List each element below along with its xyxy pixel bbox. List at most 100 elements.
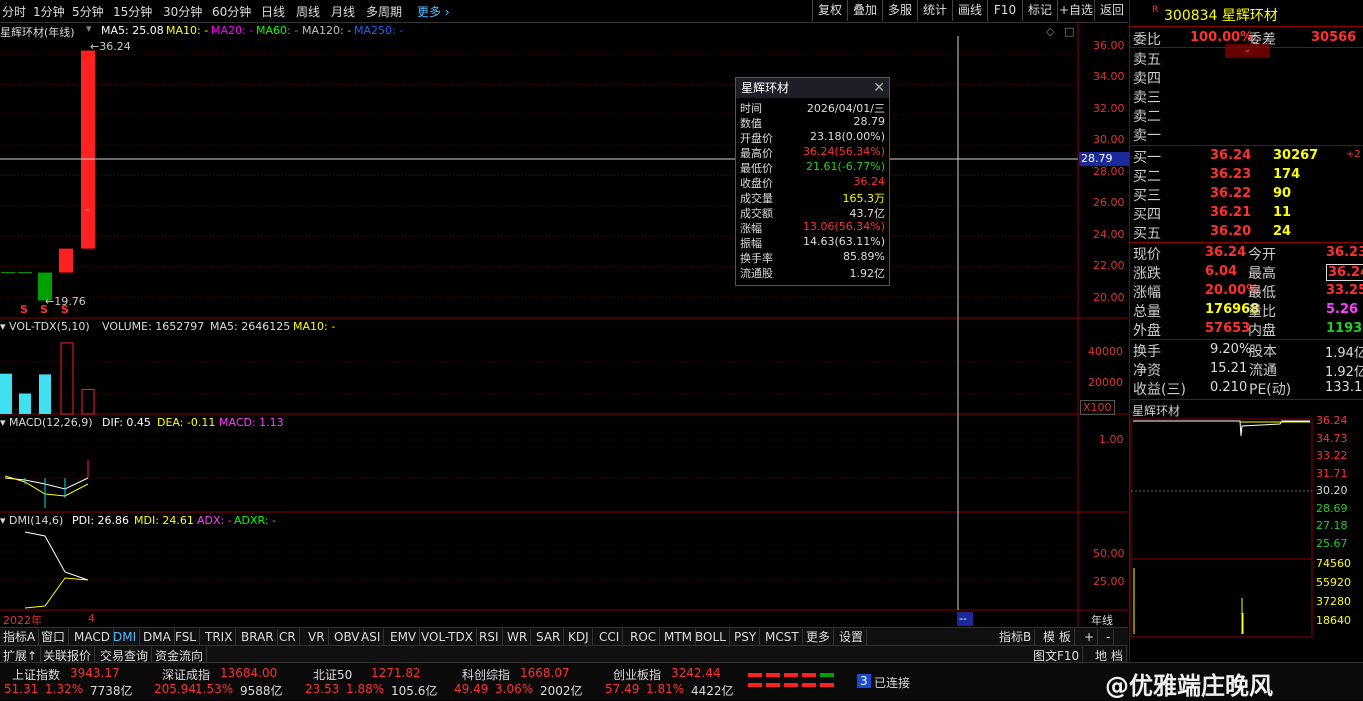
fin-value: 133.1 (1325, 380, 1363, 395)
square-icon[interactable]: □ (1064, 25, 1074, 38)
candle[interactable] (81, 50, 95, 249)
indicator-tab[interactable]: 窗口 (38, 629, 70, 645)
mini-volume-tick: 37280 (1316, 595, 1351, 608)
buy-level-label: 买一 (1133, 150, 1161, 166)
fin-label: 净资 (1133, 363, 1161, 379)
indicator-tab[interactable]: 更多 (803, 629, 835, 645)
indicator-tab[interactable]: KDJ (565, 629, 593, 645)
indicator-tab[interactable]: PSY (731, 629, 761, 645)
period-1min[interactable]: 1分钟 (33, 3, 65, 20)
price-axis-tick: 30.00 (1093, 133, 1125, 146)
period-30min[interactable]: 30分钟 (163, 3, 202, 20)
indicator-tab-right[interactable]: 指标B (996, 629, 1036, 645)
volume-bar[interactable] (0, 373, 12, 414)
ma10-value: MA10: - (166, 24, 209, 37)
tool-huaxian[interactable]: 画线 (952, 0, 987, 21)
tool-diejia[interactable]: 叠加 (847, 0, 882, 21)
indicator-tab-right[interactable]: + (1081, 629, 1099, 645)
high-price-label: ←36.24 (90, 40, 131, 53)
indicator-tab[interactable]: RSI (476, 629, 503, 645)
period-fenshi[interactable]: 分时 (2, 3, 26, 20)
indicator-tab[interactable]: 设置 (836, 629, 868, 645)
indicator-tab[interactable]: CCI (596, 629, 624, 645)
tool-biaoji[interactable]: 标记 (1022, 0, 1057, 21)
tooltip-key: 振幅 (740, 237, 762, 250)
period-multi[interactable]: 多周期 (366, 3, 402, 20)
period-day[interactable]: 日线 (261, 3, 285, 20)
fin-label: 股本 (1249, 344, 1277, 360)
volume-bar[interactable] (60, 342, 74, 415)
chevron-down-icon[interactable]: ▾ (86, 22, 92, 35)
indicator-tab[interactable]: DMA (140, 629, 175, 645)
connection-count-badge: 3 (857, 674, 871, 688)
tool-fuquan[interactable]: 复权 (812, 0, 847, 21)
indicator-tab[interactable]: FSL (172, 629, 200, 645)
period-more[interactable]: 更多 › (417, 3, 450, 20)
volume-bar[interactable] (19, 393, 31, 415)
tool-f10[interactable]: F10 (987, 0, 1022, 21)
indicator-tab[interactable]: MTM (661, 629, 697, 645)
indicator-tab[interactable]: VOL-TDX (418, 629, 477, 645)
ma60-value: MA60: - (256, 24, 299, 37)
buy-volume: 24 (1273, 224, 1292, 239)
market-breadth-icon (748, 673, 834, 687)
buy-volume: 11 (1273, 205, 1292, 220)
indicator-tab[interactable]: DMI (110, 629, 141, 645)
price-axis-tick: 26.00 (1093, 196, 1125, 209)
tool-duofu[interactable]: 多服 (882, 0, 917, 21)
macd-dif: DIF: 0.45 (102, 416, 151, 429)
tooltip-key: 数值 (740, 117, 762, 130)
stat-label: 涨幅 (1133, 285, 1161, 301)
buy-level-label: 买二 (1133, 169, 1161, 185)
candle[interactable] (59, 248, 73, 273)
fin-label: PE(动) (1249, 382, 1292, 398)
volume-bar[interactable] (81, 388, 95, 415)
tool-back[interactable]: 返回 (1094, 0, 1129, 21)
period-week[interactable]: 周线 (296, 3, 320, 20)
volume-bar[interactable] (39, 374, 51, 414)
period-60min[interactable]: 60分钟 (212, 3, 251, 20)
tool-tongji[interactable]: 统计 (917, 0, 952, 21)
indicator-tab[interactable]: ASI (358, 629, 385, 645)
indicator-tab[interactable]: WR (504, 629, 532, 645)
diamond-icon[interactable]: ◇ (1046, 25, 1055, 38)
indicator-tab[interactable]: ROC (627, 629, 661, 645)
indicator-tab-right[interactable]: - (1103, 629, 1115, 645)
close-icon[interactable]: ✕ (873, 78, 885, 98)
index-percent: 1.81% (646, 682, 685, 696)
indicator-tab[interactable]: MCST (762, 629, 803, 645)
indicator-tab[interactable]: BRAR (238, 629, 278, 645)
stat-label: 最低 (1248, 285, 1276, 301)
indicator-tab[interactable]: MACD (71, 629, 114, 645)
tool-add-favorite[interactable]: +自选 (1057, 0, 1094, 21)
sell-mark: S (20, 303, 28, 316)
period-5min[interactable]: 5分钟 (72, 3, 104, 20)
tooltip-row: 涨幅 13.06(56.34%) (736, 220, 889, 235)
price-axis-tick: 24.00 (1093, 228, 1125, 241)
indicator-tab[interactable]: 指标A (0, 629, 40, 645)
period-month[interactable]: 月线 (331, 3, 355, 20)
mini-price-tick: 34.73 (1316, 431, 1348, 445)
indicator-tab[interactable]: CR (276, 629, 300, 645)
period-15min[interactable]: 15分钟 (113, 3, 152, 20)
indicator-tab[interactable]: SAR (533, 629, 565, 645)
indicator-tab[interactable]: BOLL (692, 629, 730, 645)
mini-volume-tick: 18640 (1316, 614, 1351, 627)
indicator-tab-bar: 指标A 窗口 MACD DMI DMA FSL TRIX BRAR CR VR OBV ASI EMV V… (0, 627, 1128, 646)
tooltip-key: 开盘价 (740, 132, 773, 145)
indicator-tab-right[interactable]: 模 板 (1040, 629, 1075, 645)
macd-indicator-name[interactable]: ▾ MACD(12,26,9) (0, 416, 93, 429)
indicator-tab[interactable]: VR (305, 629, 329, 645)
dmi-indicator-name[interactable]: ▾ DMI(14,6) (0, 514, 63, 527)
index-name: 创业板指 (613, 668, 662, 682)
indicator-tab[interactable]: EMV (387, 629, 421, 645)
tooltip-value: 85.89% (843, 250, 885, 263)
vol-indicator-name[interactable]: ▾ VOL-TDX(5,10) (0, 320, 90, 333)
buy-price: 36.23 (1210, 167, 1252, 182)
indicator-tab[interactable]: TRIX (202, 629, 237, 645)
vol-axis-tick: 40000 (1088, 345, 1123, 358)
r-mark: R (1152, 5, 1159, 15)
dmi-adx: ADX: - (197, 514, 232, 527)
sell-mark: S (61, 303, 69, 316)
stat-value: 36.24 (1326, 264, 1363, 281)
